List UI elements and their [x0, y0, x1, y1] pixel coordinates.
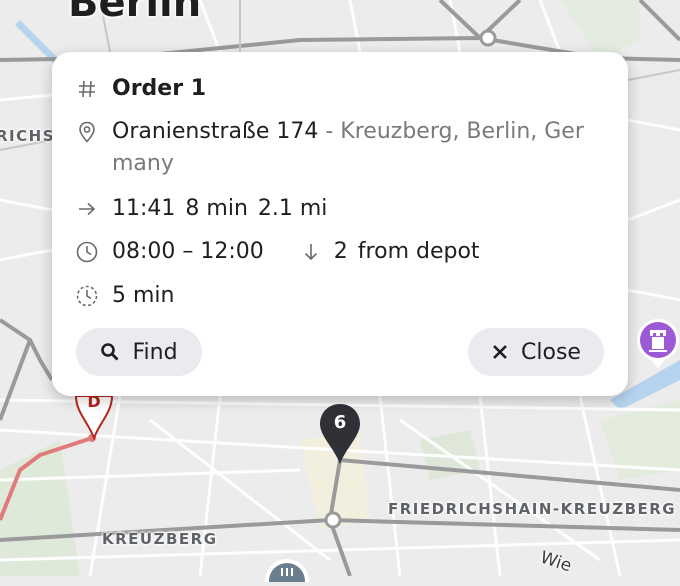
depot-marker-label: D [87, 396, 101, 411]
close-button-label: Close [521, 339, 581, 365]
stop-marker-number: 6 [333, 412, 347, 433]
city-label: Berlin [68, 0, 202, 26]
order-popup: Order 1 Oranienstraße 174 - Kreuzberg, B… [52, 52, 628, 396]
close-button[interactable]: Close [468, 328, 604, 376]
poi-marker-bottom[interactable] [264, 558, 310, 586]
castle-icon [637, 319, 679, 368]
time-window: 08:00 – 12:00 [112, 239, 264, 264]
stop-marker-6[interactable]: 6 [318, 402, 362, 466]
service-time-row: 5 min [76, 280, 608, 312]
address-locality: - Kreuzberg, Berlin, Ger [325, 119, 584, 144]
district-label-partial: RICHS [0, 127, 55, 145]
depot-marker[interactable]: D [74, 396, 114, 440]
timer-dashed-icon [76, 280, 98, 312]
stop-index: 2 [333, 239, 348, 264]
hash-icon [76, 73, 98, 105]
eta-time: 11:41 [112, 196, 176, 221]
close-icon [491, 343, 509, 361]
arrow-right-icon [76, 193, 98, 225]
address-locality-wrap: many [112, 151, 174, 176]
poi-marker-castle[interactable] [636, 318, 680, 372]
order-title-row: Order 1 [76, 73, 608, 105]
address-row: Oranienstraße 174 - Kreuzberg, Berlin, G… [76, 116, 596, 180]
clock-icon [76, 236, 98, 268]
find-button[interactable]: Find [76, 328, 202, 376]
district-label-friedrichshain-kreuzberg: FRIEDRICHSHAIN-KREUZBERG [388, 500, 677, 518]
poi-icon [265, 559, 309, 586]
time-window-row: 08:00 – 12:00 2 from depot [76, 236, 608, 268]
eta-distance: 2.1 mi [257, 196, 328, 221]
service-time: 5 min [112, 283, 175, 308]
order-title: Order 1 [112, 76, 207, 101]
eta-row: 11:41 8 min 2.1 mi [76, 193, 608, 225]
address-street: Oranienstraße 174 [112, 119, 319, 144]
eta-duration: 8 min [185, 196, 248, 221]
location-pin-icon [76, 116, 98, 148]
stop-from-depot: from depot [357, 239, 480, 264]
find-button-label: Find [132, 339, 178, 365]
arrow-down-icon [300, 236, 322, 268]
search-icon [100, 342, 120, 362]
district-label-kreuzberg: KREUZBERG [102, 530, 218, 548]
